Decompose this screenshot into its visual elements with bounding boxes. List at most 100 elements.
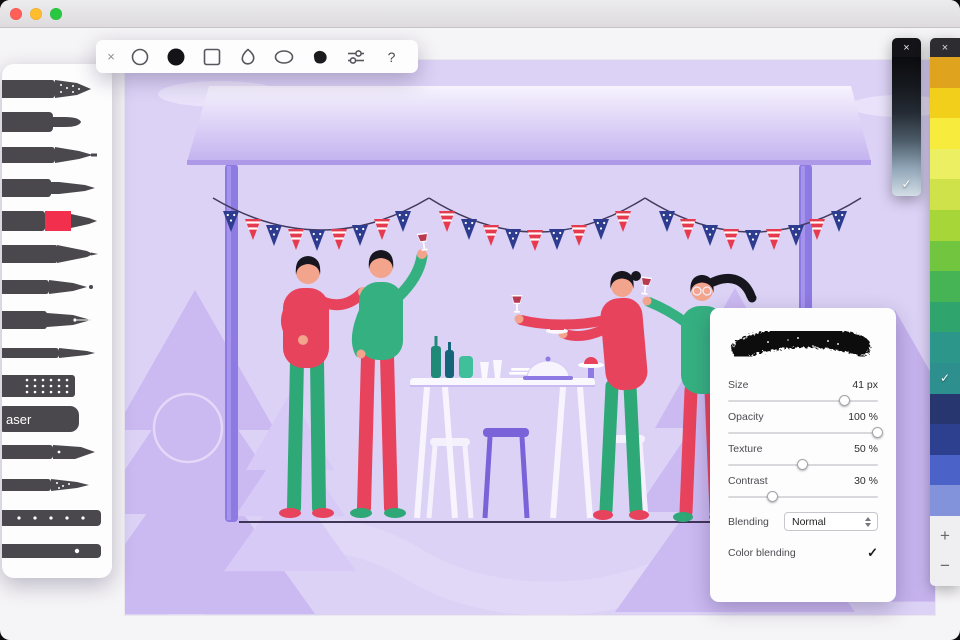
blending-select[interactable]: Normal	[784, 512, 878, 531]
help-button[interactable]: ?	[375, 40, 408, 73]
adjust-sliders-button[interactable]	[339, 40, 372, 73]
titlebar	[0, 0, 960, 28]
blending-value: Normal	[792, 516, 826, 528]
palette-swatch[interactable]: ✓	[930, 363, 960, 394]
shape-square-button[interactable]	[195, 40, 228, 73]
tool-blade[interactable]	[2, 435, 112, 468]
shape-circle-filled-button[interactable]	[159, 40, 192, 73]
window-minimize-button[interactable]	[30, 8, 42, 20]
tool-eraser[interactable]: aser	[2, 402, 112, 435]
tool-brush-selected[interactable]	[2, 204, 112, 237]
palette-swatch[interactable]	[930, 485, 960, 516]
remove-color-button[interactable]: −	[940, 556, 950, 576]
tool-palette: aser	[2, 64, 112, 578]
gradient-panel: × ✓	[892, 38, 921, 196]
fountain-pen-icon	[2, 305, 104, 335]
tool-fineliner[interactable]	[2, 138, 112, 171]
blending-label: Blending	[728, 516, 769, 528]
palette-swatch[interactable]	[930, 179, 960, 210]
dotted-ruler-icon	[2, 503, 104, 533]
palette-swatch[interactable]	[930, 302, 960, 333]
stepper-icon	[862, 517, 874, 527]
pattern-stamp-icon	[2, 371, 104, 401]
window-zoom-button[interactable]	[50, 8, 62, 20]
slider-row-texture: Texture 50 %	[728, 443, 878, 466]
palette-swatch[interactable]	[930, 271, 960, 302]
shape-toolbar: × ?	[96, 40, 418, 73]
palette-swatch[interactable]	[930, 149, 960, 180]
color-blending-checkbox[interactable]: ✓	[867, 545, 878, 561]
tool-marker[interactable]	[2, 105, 112, 138]
blade-icon	[2, 437, 104, 467]
slider-row-size: Size 41 px	[728, 379, 878, 402]
person-1	[279, 256, 368, 518]
fineliner-icon	[2, 140, 104, 170]
pencil-icon	[2, 239, 104, 269]
tool-stipple-nib[interactable]	[2, 468, 112, 501]
palette-swatch[interactable]	[930, 394, 960, 425]
palette-close-button[interactable]: ×	[930, 38, 960, 57]
teardrop-icon	[236, 45, 260, 69]
tool-pencil[interactable]	[2, 237, 112, 270]
add-color-button[interactable]: +	[940, 526, 950, 546]
circle-outline-icon	[128, 45, 152, 69]
palette-swatches: ✓	[930, 57, 960, 516]
ink-pen-icon	[2, 173, 104, 203]
gradient-strip[interactable]: ✓	[892, 57, 921, 196]
thin-pen-icon	[2, 338, 104, 368]
ellipse-outline-icon	[272, 45, 296, 69]
size-value: 41 px	[852, 379, 878, 391]
texture-value: 50 %	[854, 443, 878, 455]
selected-swatch-check-icon: ✓	[930, 363, 960, 394]
tool-fountain-pen[interactable]	[2, 303, 112, 336]
palette-swatch[interactable]	[930, 118, 960, 149]
palette-swatch[interactable]	[930, 424, 960, 455]
palette-footer: + −	[930, 516, 960, 586]
tool-airbrush[interactable]	[2, 270, 112, 303]
opacity-slider[interactable]	[728, 432, 878, 434]
palette-swatch[interactable]	[930, 241, 960, 272]
contrast-label: Contrast	[728, 475, 768, 487]
opacity-label: Opacity	[728, 411, 764, 423]
gradient-panel-close-button[interactable]: ×	[892, 38, 921, 57]
palette-swatch[interactable]	[930, 88, 960, 119]
square-outline-icon	[200, 45, 224, 69]
palette-swatch[interactable]	[930, 455, 960, 486]
tool-ruler[interactable]	[2, 534, 112, 567]
size-label: Size	[728, 379, 748, 391]
marker-icon	[2, 107, 104, 137]
palette-swatch[interactable]	[930, 57, 960, 88]
window-close-button[interactable]	[10, 8, 22, 20]
size-slider-knob[interactable]	[839, 395, 850, 406]
contrast-slider[interactable]	[728, 496, 878, 498]
palette-swatch[interactable]	[930, 210, 960, 241]
brush-settings-panel: Size 41 px Opacity 100 % Texture 50 % Contr…	[710, 308, 896, 602]
texture-slider[interactable]	[728, 464, 878, 466]
eraser-icon: aser	[2, 404, 104, 434]
tool-dotted-ruler[interactable]	[2, 501, 112, 534]
texture-label: Texture	[728, 443, 762, 455]
opacity-value: 100 %	[848, 411, 878, 423]
sliders-icon	[344, 45, 368, 69]
color-palette-panel: × ✓ + −	[930, 38, 960, 586]
contrast-value: 30 %	[854, 475, 878, 487]
toolbar-close-icon[interactable]: ×	[102, 40, 120, 73]
texture-slider-knob[interactable]	[797, 459, 808, 470]
stipple-nib-icon	[2, 470, 104, 500]
tool-thin-pen[interactable]	[2, 336, 112, 369]
shape-teardrop-button[interactable]	[231, 40, 264, 73]
shape-blob-button[interactable]	[303, 40, 336, 73]
gradient-check-icon: ✓	[892, 177, 921, 191]
brush-icon	[2, 206, 104, 236]
slider-row-opacity: Opacity 100 %	[728, 411, 878, 434]
contrast-slider-knob[interactable]	[767, 491, 778, 502]
tool-ink-pen[interactable]	[2, 171, 112, 204]
shape-ellipse-button[interactable]	[267, 40, 300, 73]
opacity-slider-knob[interactable]	[872, 427, 883, 438]
tool-texture-pen[interactable]	[2, 72, 112, 105]
tool-pattern-stamp[interactable]	[2, 369, 112, 402]
palette-swatch[interactable]	[930, 332, 960, 363]
size-slider[interactable]	[728, 400, 878, 402]
shape-circle-outline-button[interactable]	[123, 40, 156, 73]
color-blending-label: Color blending	[728, 547, 796, 559]
